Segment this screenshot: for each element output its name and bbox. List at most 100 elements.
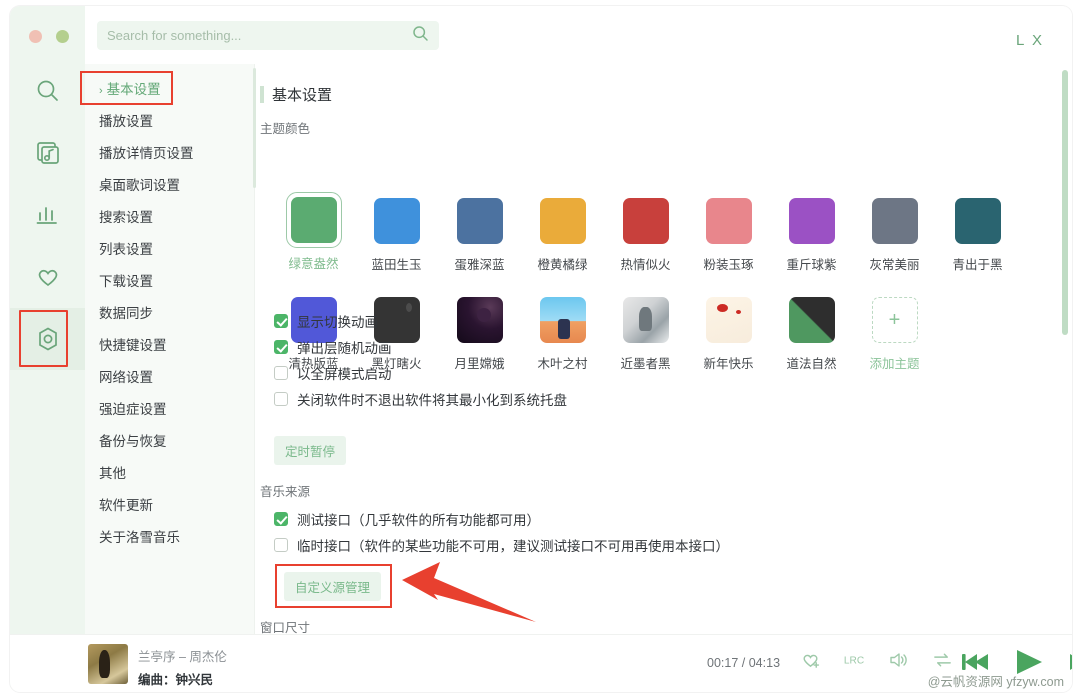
chevron-right-icon: › [99, 75, 103, 107]
sidebar-item-others[interactable]: 其他 [85, 458, 254, 490]
sidebar-item-playback-settings[interactable]: 播放设置 [85, 106, 254, 138]
search-input[interactable] [107, 28, 412, 43]
theme-name: 道法自然 [786, 353, 836, 372]
checkbox-label: 测试接口（几乎软件的所有功能都可用） [297, 509, 540, 529]
rail-icon-list [10, 60, 85, 370]
checkbox-row-minimize-to-tray[interactable]: 关闭软件时不退出软件将其最小化到系统托盘 [274, 386, 567, 412]
page-title-text: 基本设置 [272, 84, 332, 105]
rail-item-songlist[interactable] [10, 122, 85, 184]
minimize-window-button[interactable] [56, 30, 69, 43]
checkbox-row-start-fullscreen[interactable]: 以全屏模式启动 [274, 360, 567, 386]
sidebar-item-backup-restore[interactable]: 备份与恢复 [85, 426, 254, 458]
custom-source-manage-button[interactable]: 自定义源管理 [284, 572, 381, 601]
total-time: 04:13 [749, 656, 780, 670]
player-bar: 兰亭序 – 周杰伦 编曲：钟兴民 00:17 / 04:13 [10, 634, 1072, 692]
time-separator: / [742, 656, 745, 670]
sidebar-item-list-settings[interactable]: 列表设置 [85, 234, 254, 266]
theme-swatch-qingchu-yuhei[interactable]: 青出于黑 [936, 192, 1019, 273]
checkbox-checked-icon[interactable] [274, 314, 288, 328]
theme-swatch-fenzhuang-yuzhuo[interactable]: 粉装玉琢 [687, 192, 770, 273]
sidebar-item-download-settings[interactable]: 下载设置 [85, 266, 254, 298]
album-cover-art[interactable] [88, 644, 128, 684]
sidebar-item-network-settings[interactable]: 网络设置 [85, 362, 254, 394]
theme-color-chip [291, 197, 337, 243]
theme-swatch-jinmo-zhehei[interactable]: 近墨者黑 [604, 291, 687, 372]
track-title: 兰亭序 – 周杰伦 [138, 646, 227, 665]
general-options-group: 显示切换动画 弹出层随机动画 以全屏模式启动 关闭软件时不退出软件将其最小化到系… [274, 308, 567, 412]
music-source-section-label: 音乐来源 [260, 481, 310, 500]
settings-nav-list: ›基本设置 播放设置 播放详情页设置 桌面歌词设置 搜索设置 列表设置 下载设置… [85, 64, 255, 634]
theme-swatch-danya-shenlan[interactable]: 蛋雅深蓝 [438, 192, 521, 273]
theme-swatch-zhongjin-qiuzi[interactable]: 重斤球紫 [770, 192, 853, 273]
sidebar-item-basic-settings[interactable]: ›基本设置 [85, 74, 254, 106]
sidebar-item-software-update[interactable]: 软件更新 [85, 490, 254, 522]
theme-color-chip [789, 198, 835, 244]
song-list-icon [35, 140, 61, 166]
next-track-button[interactable] [1068, 649, 1072, 680]
rail-item-leaderboard[interactable] [10, 184, 85, 246]
checkbox-row-popup-random-animation[interactable]: 弹出层随机动画 [274, 334, 567, 360]
custom-source-wrap: 自定义源管理 [284, 572, 381, 601]
theme-swatch-huichang-meili[interactable]: 灰常美丽 [853, 192, 936, 273]
sidebar-item-desktop-lyric-settings[interactable]: 桌面歌词设置 [85, 170, 254, 202]
sidebar-item-label: 强迫症设置 [99, 402, 167, 417]
search-icon[interactable] [412, 25, 429, 47]
checkbox-checked-icon[interactable] [274, 340, 288, 354]
checkbox-unchecked-icon[interactable] [274, 538, 288, 552]
theme-swatch-chenghuang-julv[interactable]: 橙黄橘绿 [521, 192, 604, 273]
left-icon-rail [10, 6, 85, 692]
checkbox-label: 弹出层随机动画 [297, 337, 392, 357]
svg-text:LRC: LRC [844, 655, 864, 666]
add-theme-button[interactable]: + 添加主题 [853, 291, 936, 372]
theme-color-chip [872, 198, 918, 244]
title-accent-bar [260, 86, 264, 103]
checkbox-unchecked-icon[interactable] [274, 366, 288, 380]
checkbox-label: 以全屏模式启动 [297, 363, 392, 383]
theme-color-chip [540, 198, 586, 244]
sidebar-item-ocd-settings[interactable]: 强迫症设置 [85, 394, 254, 426]
track-subtitle: 编曲：钟兴民 [138, 669, 227, 688]
search-icon [35, 78, 61, 104]
theme-color-chip [955, 198, 1001, 244]
search-box[interactable] [97, 21, 439, 50]
sidebar-item-data-sync[interactable]: 数据同步 [85, 298, 254, 330]
timer-pause-button[interactable]: 定时暂停 [274, 436, 346, 465]
app-root: L X ›基本设置 播放设置 播放详情页设置 桌面歌词设置 搜索设置 列表设置 … [0, 0, 1080, 699]
rail-item-settings[interactable] [10, 308, 85, 370]
sidebar-item-hotkey-settings[interactable]: 快捷键设置 [85, 330, 254, 362]
lyric-lrc-icon[interactable]: LRC [843, 651, 866, 674]
sidebar-item-label: 数据同步 [99, 306, 153, 321]
checkbox-row-show-switch-animation[interactable]: 显示切换动画 [274, 308, 567, 334]
close-window-button[interactable] [29, 30, 42, 43]
checkbox-unchecked-icon[interactable] [274, 392, 288, 406]
theme-swatch-xinnian-kuaile[interactable]: 新年快乐 [687, 291, 770, 372]
top-bar: L X [85, 6, 1072, 64]
theme-color-section-label: 主题颜色 [260, 118, 310, 137]
checkbox-row-test-api[interactable]: 测试接口（几乎软件的所有功能都可用） [274, 506, 729, 532]
volume-icon[interactable] [888, 650, 910, 675]
window-traffic-lights [29, 30, 69, 43]
heart-icon [35, 264, 61, 290]
theme-name: 热情似火 [620, 254, 670, 273]
sidebar-item-search-settings[interactable]: 搜索设置 [85, 202, 254, 234]
theme-swatch-lvyi-angran[interactable]: 绿意盎然 [272, 192, 355, 273]
theme-image-chip [789, 297, 835, 343]
theme-image-chip [623, 297, 669, 343]
theme-color-chip [706, 198, 752, 244]
checkbox-checked-icon[interactable] [274, 512, 288, 526]
theme-color-chip [374, 198, 420, 244]
theme-swatch-reqing-sihuo[interactable]: 热情似火 [604, 192, 687, 273]
theme-name: 绿意盎然 [288, 253, 338, 272]
theme-name: 添加主题 [869, 353, 919, 372]
checkbox-row-temp-api[interactable]: 临时接口（软件的某些功能不可用，建议测试接口不可用再使用本接口） [274, 532, 729, 558]
heart-add-icon[interactable] [800, 649, 821, 675]
content-scrollbar[interactable] [1062, 70, 1068, 335]
sidebar-item-playback-detail-settings[interactable]: 播放详情页设置 [85, 138, 254, 170]
plus-icon: + [872, 297, 918, 343]
rail-item-search[interactable] [10, 60, 85, 122]
rail-item-favorites[interactable] [10, 246, 85, 308]
theme-swatch-lantian-shengyu[interactable]: 蓝田生玉 [355, 192, 438, 273]
page-title: 基本设置 [260, 84, 332, 105]
sidebar-item-about[interactable]: 关于洛雪音乐 [85, 522, 254, 554]
theme-swatch-daofa-ziran[interactable]: 道法自然 [770, 291, 853, 372]
